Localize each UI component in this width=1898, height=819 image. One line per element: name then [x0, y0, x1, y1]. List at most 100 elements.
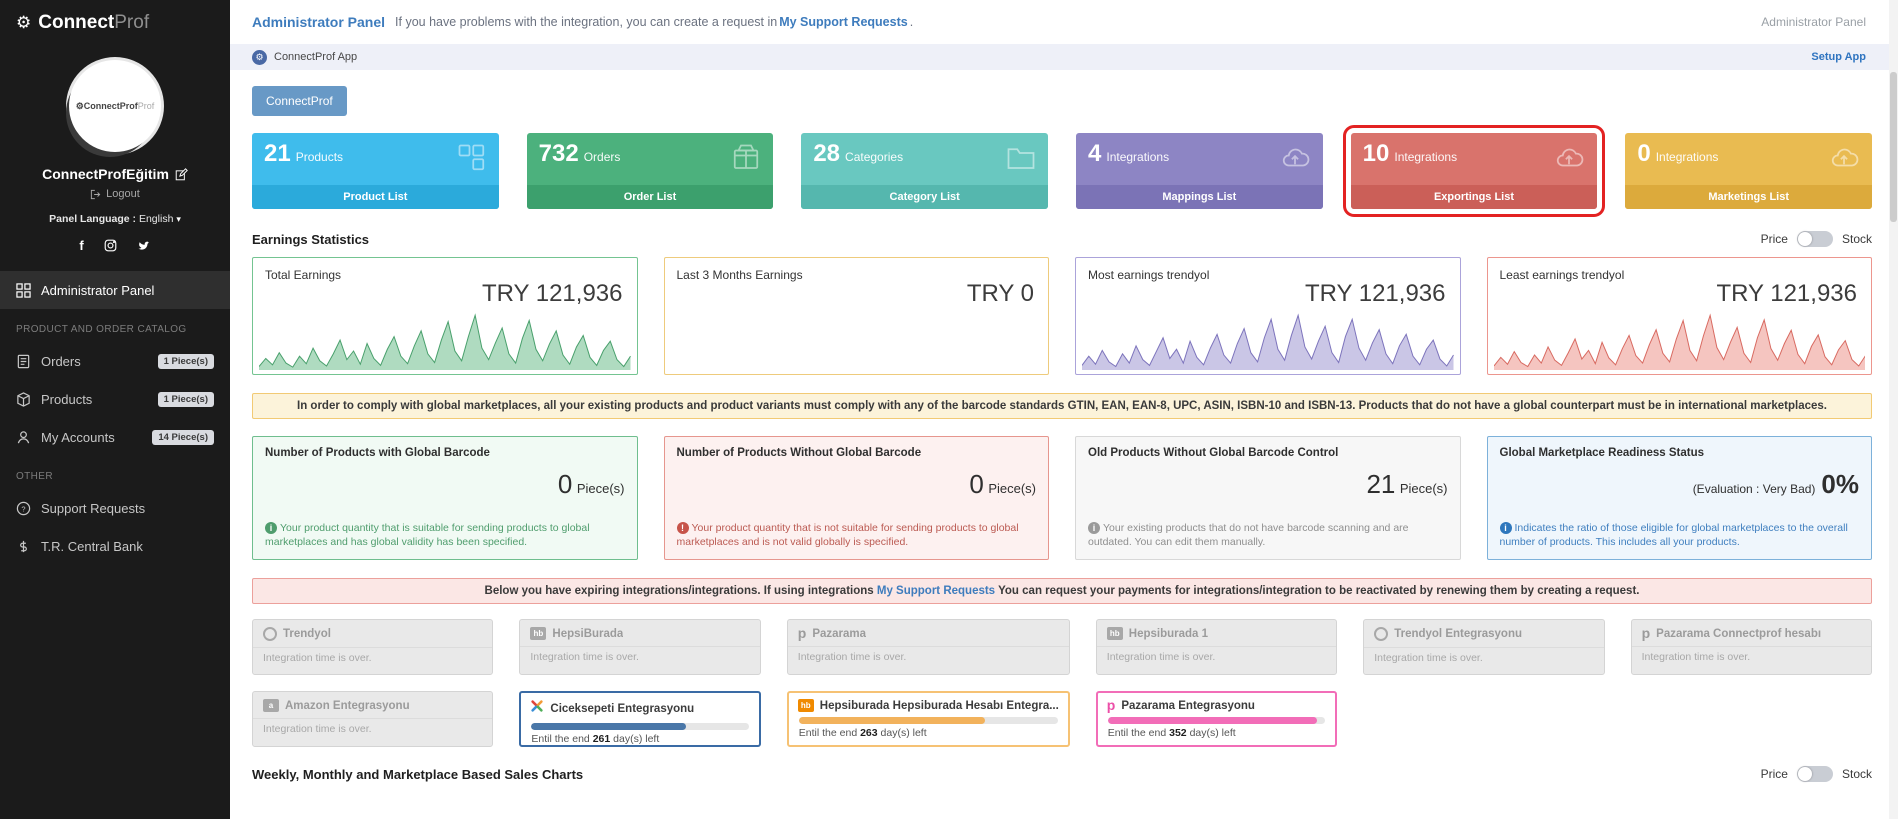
price-stock-switch[interactable]: [1796, 766, 1833, 782]
integration-card-amazon[interactable]: a Amazon Entegrasyonu Integration time is…: [252, 691, 494, 747]
cloud-upload-icon: [1551, 143, 1587, 178]
integration-progress-bar: [1107, 717, 1326, 724]
integration-card-hepsiburada-1[interactable]: hb Hepsiburada 1 Integration time is over…: [1095, 619, 1338, 675]
earnings-card-value: TRY 0: [966, 280, 1034, 307]
products-count-badge: 1 Piece(s): [157, 391, 214, 407]
stat-card-marketings[interactable]: 0 Integrations Marketings List: [1625, 133, 1872, 209]
avatar[interactable]: ⚙ConnectProfProf: [69, 60, 161, 152]
integration-days-left: Entil the end 261 day(s) left: [531, 733, 660, 745]
sidebar-item-support-requests[interactable]: ? Support Requests: [0, 489, 230, 527]
hepsiburada-icon: hb: [530, 627, 547, 640]
scrollbar-thumb[interactable]: [1890, 72, 1897, 222]
days-count: 352: [1169, 727, 1187, 739]
app-window: ⚙ ConnectProf ⚙ConnectProfProf ConnectPr…: [0, 0, 1898, 819]
integration-name: Hepsiburada Hepsiburada Hesabı Entegra..…: [819, 699, 1059, 712]
stat-card-mappings[interactable]: 4 Integrations Mappings List: [1076, 133, 1323, 209]
toggle-label-stock: Stock: [1841, 767, 1872, 781]
mappings-list-link[interactable]: Mappings List: [1076, 185, 1323, 209]
integration-status: Integration time is over.: [253, 647, 493, 664]
integration-card-pazarama-connectprof[interactable]: p Pazarama Connectprof hesabı Integration…: [1630, 619, 1872, 675]
profile-name: ConnectProfEğitim: [42, 166, 169, 182]
card-value: 0: [969, 469, 984, 499]
stat-label: Orders: [583, 150, 621, 164]
profile-name-row: ConnectProfEğitim: [0, 166, 230, 182]
integration-card-hepsiburada[interactable]: hb HepsiBurada Integration time is over.: [519, 619, 761, 675]
marketings-list-link[interactable]: Marketings List: [1625, 185, 1872, 209]
stat-card-exportings[interactable]: 10 Integrations Exportings List: [1342, 125, 1606, 217]
my-support-requests-link[interactable]: My Support Requests: [877, 585, 995, 597]
tab-connectprof[interactable]: ConnectProf: [252, 86, 347, 116]
stat-card-products[interactable]: 21 Products Product List: [252, 133, 499, 209]
stat-card-categories[interactable]: 28 Categories Category List: [801, 133, 1048, 209]
instagram-icon[interactable]: [104, 239, 117, 252]
card-unit: Piece(s): [988, 481, 1036, 496]
svg-text:?: ?: [21, 504, 25, 513]
card-products-with-barcode: Number of Products with Global Barcode 0…: [252, 436, 638, 560]
sidebar-item-products[interactable]: Products 1 Piece(s): [0, 380, 230, 418]
facebook-icon[interactable]: f: [79, 238, 83, 253]
vertical-scrollbar[interactable]: [1889, 0, 1898, 819]
progress-fill: [798, 717, 986, 724]
sidebar-section-other: OTHER: [16, 471, 53, 482]
integration-name: Amazon Entegrasyonu: [285, 699, 410, 712]
sidebar-item-orders[interactable]: Orders 1 Piece(s): [0, 342, 230, 380]
sidebar-item-administrator-panel[interactable]: Administrator Panel: [0, 271, 230, 309]
integration-card-ciceksepeti[interactable]: Ciceksepeti Entegrasyonu Entil the end 2…: [519, 691, 761, 747]
logout-button[interactable]: Logout: [0, 188, 230, 200]
edit-profile-icon[interactable]: [175, 167, 188, 181]
sidebar-item-label: Support Requests: [41, 500, 146, 516]
language-selector[interactable]: Panel Language : English ▾: [0, 213, 230, 225]
integration-days-left: Entil the end 352 day(s) left: [1107, 727, 1236, 739]
earnings-sparkline-chart: [259, 306, 631, 370]
integration-name: Trendyol: [283, 628, 331, 640]
integration-card-pazarama-entegrasyonu[interactable]: p Pazarama Entegrasyonu Entil the end 35…: [1095, 691, 1338, 747]
exportings-list-link[interactable]: Exportings List: [1350, 185, 1598, 209]
app-breadcrumb-bar: ⚙ ConnectProf App Setup App: [230, 44, 1898, 70]
brand-logo[interactable]: ⚙ ConnectProf: [0, 0, 230, 46]
card-description: Indicates the ratio of those eligible fo…: [1499, 521, 1848, 549]
integration-card-trendyol-entegrasyonu[interactable]: Trendyol Entegrasyonu Integration time i…: [1363, 619, 1605, 675]
sidebar-nav: Administrator Panel PRODUCT AND ORDER CA…: [0, 271, 230, 565]
evaluation-label: (Evaluation : Very Bad): [1692, 482, 1816, 496]
category-list-link[interactable]: Category List: [801, 185, 1048, 209]
topbar-period: .: [909, 15, 914, 29]
stat-value: 4: [1088, 140, 1102, 167]
stat-cards-row: 21 Products Product List 732 Orders Order …: [252, 125, 1872, 217]
card-value: 0: [557, 469, 573, 499]
stat-value: 732: [538, 140, 579, 167]
sidebar-item-label: Products: [41, 391, 93, 407]
sidebar-item-my-accounts[interactable]: My Accounts 14 Piece(s): [0, 418, 230, 456]
integration-card-hepsiburada-hesabi[interactable]: hb Hepsiburada Hepsiburada Hesabı Entegr…: [786, 691, 1070, 747]
integration-status: Integration time is over.: [787, 646, 1069, 663]
info-circle-icon: i: [1088, 521, 1100, 534]
integration-card-trendyol[interactable]: Trendyol Integration time is over.: [252, 619, 494, 675]
barcode-cards-row: Number of Products with Global Barcode 0…: [252, 436, 1872, 560]
card-value: 0%: [1821, 469, 1859, 499]
order-list-link[interactable]: Order List: [526, 185, 774, 209]
language-label: Panel Language :: [49, 213, 137, 225]
info-circle-icon: i: [265, 521, 277, 534]
setup-app-link[interactable]: Setup App: [1811, 51, 1876, 63]
twitter-icon[interactable]: [137, 240, 151, 252]
avatar-logo-text: ⚙ConnectProfProf: [75, 100, 155, 111]
card-unit: Piece(s): [1399, 481, 1448, 496]
logout-label: Logout: [106, 188, 140, 200]
product-list-link[interactable]: Product List: [252, 185, 499, 209]
stat-card-orders[interactable]: 732 Orders Order List: [526, 133, 774, 209]
currency-icon: [20, 540, 27, 552]
brand-name-bold: Connect: [38, 12, 115, 33]
price-stock-switch[interactable]: [1796, 231, 1833, 247]
sidebar-item-label: T.R. Central Bank: [41, 538, 143, 554]
stat-label: Integrations: [1394, 150, 1458, 164]
integration-status: Integration time is over.: [1631, 646, 1871, 663]
integration-name: Hepsiburada 1: [1128, 627, 1209, 640]
card-value: 21: [1366, 469, 1396, 499]
integration-card-pazarama[interactable]: p Pazarama Integration time is over.: [786, 619, 1070, 675]
integration-status: Integration time is over.: [253, 718, 493, 735]
sidebar-item-tr-central-bank[interactable]: T.R. Central Bank: [0, 527, 230, 565]
integration-name: Pazarama: [812, 627, 867, 640]
my-support-requests-link[interactable]: My Support Requests: [779, 15, 908, 29]
integration-name: Pazarama Entegrasyonu: [1121, 699, 1255, 712]
earnings-sparkline-chart: [1493, 306, 1865, 370]
language-value: English: [138, 213, 174, 225]
